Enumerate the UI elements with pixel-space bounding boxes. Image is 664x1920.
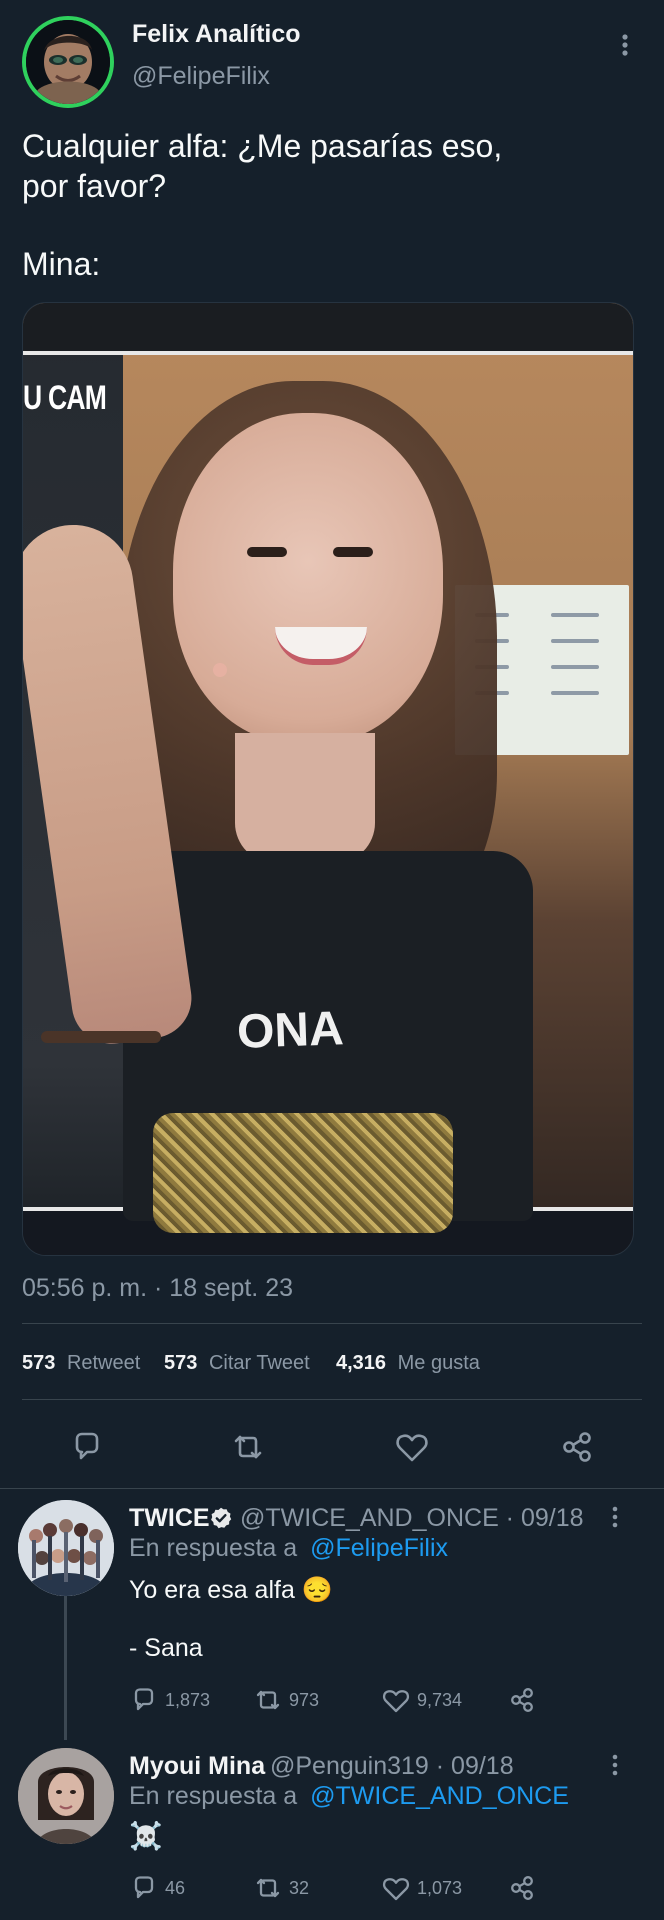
reply-2-mention[interactable]: @TWICE_AND_ONCE xyxy=(310,1782,569,1810)
reply-icon xyxy=(129,1685,159,1715)
heart-icon[interactable] xyxy=(390,1426,434,1468)
reply-2-reply-action[interactable]: 46 xyxy=(129,1873,185,1903)
reply-1-text-line-2: - Sana xyxy=(129,1634,203,1662)
heart-icon xyxy=(379,1873,413,1903)
reply-2-reply-count: 46 xyxy=(165,1877,186,1898)
reply-2-context: En respuesta a @TWICE_AND_ONCE xyxy=(129,1782,569,1811)
media-top-line xyxy=(23,351,633,355)
quotes-label: Citar Tweet xyxy=(208,1352,310,1374)
reply-icon[interactable] xyxy=(66,1426,108,1468)
headset-mic xyxy=(213,663,227,677)
reply-1-thread-line xyxy=(64,1596,67,1740)
quotes-count: 573 xyxy=(164,1352,198,1374)
reply-1-author-name[interactable]: TWICE xyxy=(129,1504,210,1533)
author-name[interactable]: Felix Analítico xyxy=(132,20,301,49)
reply-1-reply-action[interactable]: 1,873 xyxy=(129,1685,210,1715)
reply-1-mention[interactable]: @FelipeFilix xyxy=(310,1534,448,1562)
likes-stat[interactable]: 4,316 Me gusta xyxy=(336,1352,480,1375)
divider-3 xyxy=(0,1488,664,1489)
tweet-text-line-2: por favor? xyxy=(22,168,167,204)
neck-shape xyxy=(235,733,375,863)
reply-2-author-name[interactable]: Myoui Mina xyxy=(129,1752,265,1781)
reply-1-share-icon[interactable] xyxy=(506,1685,538,1715)
tweet-timestamp: 05:56 p. m. · 18 sept. 23 xyxy=(22,1274,293,1302)
left-eye xyxy=(247,547,287,557)
main-avatar[interactable] xyxy=(22,16,114,108)
divider-2 xyxy=(22,1399,642,1400)
reply-2-like-count: 1,073 xyxy=(417,1877,463,1898)
bracelet xyxy=(41,1031,161,1043)
reply-2-share-icon[interactable] xyxy=(506,1873,538,1903)
retweet-icon[interactable] xyxy=(226,1426,270,1468)
retweet-icon xyxy=(251,1873,285,1903)
reply-2-retweet-count: 32 xyxy=(289,1877,310,1898)
right-eye xyxy=(333,547,373,557)
quotes-stat[interactable]: 573 Citar Tweet xyxy=(164,1352,310,1375)
reply-2-like-action[interactable]: 1,073 xyxy=(379,1873,462,1903)
face-shape xyxy=(173,413,443,743)
reply-1-retweet-action[interactable]: 973 xyxy=(251,1685,319,1715)
reply-1-like-action[interactable]: 9,734 xyxy=(379,1685,462,1715)
reply-1-context: En respuesta a @FelipeFilix xyxy=(129,1534,448,1563)
reply-2-retweet-action[interactable]: 32 xyxy=(251,1873,309,1903)
reply-1-text-line-1: Yo era esa alfa 😔 xyxy=(129,1576,333,1604)
retweets-count: 573 xyxy=(22,1352,56,1374)
reply-1-more-vertical-icon[interactable] xyxy=(602,1504,628,1530)
reply-2-more-vertical-icon[interactable] xyxy=(602,1752,628,1778)
sequin-skirt xyxy=(153,1113,453,1233)
avatar-art xyxy=(26,20,110,104)
heart-icon xyxy=(379,1685,413,1715)
reply-2-avatar[interactable] xyxy=(18,1748,114,1844)
tweet-text-line-1: Cualquier alfa: ¿Me pasarías eso, xyxy=(22,128,503,164)
retweet-icon xyxy=(251,1685,285,1715)
author-handle[interactable]: @FelipeFilix xyxy=(132,62,270,91)
share-icon[interactable] xyxy=(556,1426,598,1468)
reply-1-reply-count: 1,873 xyxy=(165,1689,211,1710)
tweet-media[interactable]: U CAM ONA xyxy=(22,302,634,1256)
reply-2-prefix: En respuesta a xyxy=(129,1782,298,1810)
retweets-stat[interactable]: 573 Retweet xyxy=(22,1352,140,1375)
reply-2-text-line-1: ☠️ xyxy=(129,1821,163,1851)
retweets-label: Retweet xyxy=(66,1352,141,1374)
more-vertical-icon[interactable] xyxy=(610,30,640,60)
reply-1-like-count: 9,734 xyxy=(417,1689,463,1710)
divider-1 xyxy=(22,1323,642,1324)
reply-1-retweet-count: 973 xyxy=(289,1689,320,1710)
media-overlay-text: U CAM xyxy=(23,379,107,417)
reply-1-avatar[interactable] xyxy=(18,1500,114,1596)
media-top-band xyxy=(23,303,633,351)
verified-badge-icon xyxy=(209,1506,233,1530)
tweet-text-line-3: Mina: xyxy=(22,246,101,282)
reply-2-handle-date[interactable]: @Penguin319 · 09/18 xyxy=(270,1752,514,1781)
reply-icon xyxy=(129,1873,159,1903)
likes-label: Me gusta xyxy=(397,1352,480,1374)
shirt-print: ONA xyxy=(236,1002,345,1059)
reply-1-handle-date[interactable]: @TWICE_AND_ONCE · 09/18 xyxy=(240,1504,584,1533)
reply-1-prefix: En respuesta a xyxy=(129,1534,298,1562)
likes-count: 4,316 xyxy=(336,1352,387,1374)
